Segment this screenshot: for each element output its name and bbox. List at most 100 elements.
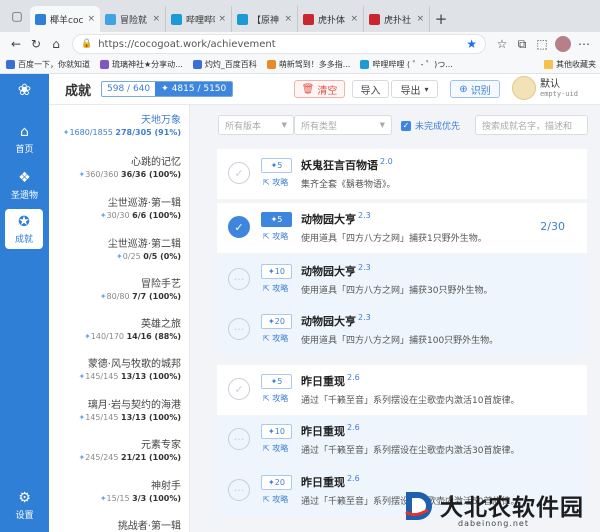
type-select[interactable]: 所有类型 ▼ — [294, 115, 392, 135]
pending-dots-icon[interactable]: ··· — [228, 479, 250, 501]
version-select[interactable]: 所有版本 ▼ — [218, 115, 294, 135]
guide-link[interactable]: ⇱ 攻略 — [263, 231, 288, 242]
close-icon[interactable]: × — [152, 14, 160, 24]
version-select-value: 所有版本 — [225, 121, 262, 132]
category-item[interactable]: 元素专家 ✦245/245 21/21 (100%) — [53, 436, 181, 462]
close-icon[interactable]: × — [350, 14, 358, 24]
achievement-list: ✓ ✦ 5 ⇱ 攻略 妖鬼狂言百物语 2.0 集齐全套《鬍巷物语》。 ✓ ✦ 5 ⇱ 攻略 动物园… — [190, 145, 600, 532]
browser-tab[interactable]: 虎扑体 × — [298, 6, 364, 32]
achievement-row[interactable]: ··· ✦ 10 ⇱ 攻略 动物园大亨 2.3 使用道具「四方八方之网」捕获30只野外生物… — [217, 255, 587, 305]
clear-button[interactable]: 🗑 清空 — [294, 80, 345, 98]
other-bookmarks-label: 其他收藏夹 — [556, 60, 596, 69]
category-item[interactable]: 冒险手艺 ✦80/80 7/7 (100%) — [53, 275, 181, 301]
category-item[interactable]: 尘世巡游·第一辑 ✦30/30 6/6 (100%) — [53, 194, 181, 220]
category-item[interactable]: 璃月·岩与契约的海港 ✦145/145 13/13 (100%) — [53, 396, 181, 422]
reload-icon[interactable]: ↻ — [26, 34, 46, 54]
tab-actions-icon[interactable]: ▢ — [4, 3, 30, 29]
back-icon[interactable]: ← — [6, 34, 26, 54]
pending-dots-icon[interactable]: ··· — [228, 318, 250, 340]
category-primogems: 80/80 — [106, 292, 133, 301]
tab-favicon-icon — [237, 13, 248, 25]
category-item[interactable]: 神射手 ✦15/15 3/3 (100%) — [53, 477, 181, 503]
browser-tab[interactable]: 虎扑社 × — [364, 6, 430, 32]
import-button[interactable]: 导入 — [352, 80, 389, 98]
completed-check-icon[interactable]: ✓ — [228, 216, 250, 238]
primogem-icon: ✦ — [270, 377, 278, 386]
browser-tab[interactable]: 哔哩哔哩× — [166, 6, 232, 32]
achievement-row[interactable]: ··· ✦ 10 ⇱ 攻略 昨日重现 2.6 通过「千籁至音」系列摆设在尘歌壶内激活30首… — [217, 415, 587, 465]
category-item[interactable]: 心跳的记忆 ✦360/360 36/36 (100%) — [53, 153, 181, 179]
guide-link[interactable]: ⇱ 攻略 — [263, 283, 288, 294]
sidebar-item-achievements[interactable]: ✪ 成就 — [5, 209, 43, 249]
watermark: 大北农软件园 dabeinong.net — [400, 488, 596, 528]
favorites-icon[interactable]: ☆ — [492, 34, 512, 54]
browser-tab[interactable]: 【原神 × — [232, 6, 298, 32]
guide-label: 攻略 — [272, 394, 289, 403]
incomplete-first-checkbox[interactable]: ✓ 未完成优先 — [401, 119, 460, 132]
export-button[interactable]: 导出 ▾ — [391, 80, 438, 98]
bookmark-item[interactable]: 哔哩哔哩 ( ゜- ゜)つ... — [360, 59, 453, 70]
reward-amount: 5 — [277, 215, 283, 224]
category-item[interactable]: 挑战者·第一辑 — [53, 517, 181, 532]
sidebar-item-settings[interactable]: ⚙ 设置 — [0, 485, 49, 525]
pending-dots-icon[interactable]: ··· — [228, 268, 250, 290]
search-input[interactable]: 搜索成就名字，描述和 — [475, 115, 588, 135]
achievement-name: 动物园大亨 — [301, 315, 356, 328]
watermark-domain: dabeinong.net — [458, 519, 529, 528]
achievement-version: 2.6 — [347, 423, 360, 432]
bookmark-item[interactable]: 琉璃神社★分享动... — [100, 59, 183, 70]
tab-favicon-icon — [303, 13, 314, 25]
category-item[interactable]: 尘世巡游·第二辑 ✦0/25 0/5 (0%) — [53, 235, 181, 261]
home-browser-icon[interactable]: ⌂ — [46, 34, 66, 54]
new-tab-button[interactable]: + — [430, 6, 452, 32]
bookmark-label: 琉璃神社★分享动... — [112, 60, 183, 69]
guide-link[interactable]: ⇱ 攻略 — [263, 393, 288, 404]
achievement-row[interactable]: ✓ ✦ 5 ⇱ 攻略 妖鬼狂言百物语 2.0 集齐全套《鬍巷物语》。 — [217, 149, 587, 199]
close-icon[interactable]: × — [284, 14, 292, 24]
extensions-icon[interactable]: ⬚ — [532, 34, 552, 54]
category-item[interactable]: 蒙德·风与牧歌的城邦 ✦145/145 13/13 (100%) — [53, 355, 181, 381]
guide-link[interactable]: ⇱ 攻略 — [263, 333, 288, 344]
bookmark-item[interactable]: 百度一下，你就知道 — [6, 59, 90, 70]
sidebar-item-artifacts[interactable]: ❖ 圣遗物 — [0, 165, 49, 205]
category-count: 6/6 (100%) — [132, 211, 181, 220]
other-bookmarks[interactable]: 其他收藏夹 — [544, 59, 596, 70]
category-count: 0/5 (0%) — [143, 252, 181, 261]
browser-tab[interactable]: 椰羊coc × — [30, 6, 100, 32]
menu-icon[interactable]: ⋯ — [574, 34, 594, 54]
recognize-button[interactable]: ⊕ 识别 — [450, 80, 500, 98]
app-header: ❀ 成就 598 / 640 ✦ 4815 / 5150 🗑 清空 导入 导出 ▾ ⊕… — [0, 73, 600, 105]
category-stats: ✦30/30 6/6 (100%) — [53, 211, 181, 220]
incomplete-check-icon[interactable]: ✓ — [228, 162, 250, 184]
close-icon[interactable]: × — [416, 14, 424, 24]
achievement-row[interactable]: ··· ✦ 20 ⇱ 攻略 动物园大亨 2.3 使用道具「四方八方之网」捕获100只野外生… — [217, 305, 587, 355]
incomplete-check-icon[interactable]: ✓ — [228, 378, 250, 400]
guide-link[interactable]: ⇱ 攻略 — [263, 494, 288, 505]
category-item[interactable]: 英雄之旅 ✦140/170 14/16 (88%) — [53, 315, 181, 341]
collections-icon[interactable]: ⧉ — [512, 34, 532, 54]
achievement-title: 昨日重现 2.6 — [301, 373, 360, 389]
guide-link[interactable]: ⇱ 攻略 — [263, 443, 288, 454]
guide-label: 攻略 — [272, 178, 289, 187]
sidebar-item-home[interactable]: ⌂ 首页 — [0, 119, 49, 159]
trash-icon: 🗑 — [301, 83, 315, 95]
bookmark-item[interactable]: 萌新驾到！多多指... — [266, 59, 350, 70]
achievement-row[interactable]: ✓ ✦ 5 ⇱ 攻略 动物园大亨 2.3 使用道具「四方八方之网」捕获1只野外生物。 2/3… — [217, 203, 587, 253]
cocogoat-logo-icon[interactable]: ❀ — [0, 73, 49, 105]
guide-link[interactable]: ⇱ 攻略 — [263, 177, 288, 188]
profile-avatar[interactable] — [555, 36, 571, 52]
user-switcher[interactable]: 默认 empty-uid — [512, 76, 578, 100]
url-field[interactable]: 🔒 https://cocogoat.work/achievement ★ — [72, 34, 486, 54]
pending-dots-icon[interactable]: ··· — [228, 428, 250, 450]
close-icon[interactable]: × — [87, 14, 95, 24]
favorite-star-icon[interactable]: ★ — [466, 37, 477, 51]
close-icon[interactable]: × — [218, 14, 226, 24]
category-item[interactable]: 天地万象 ✦1680/1855 278/305 (91%) — [53, 111, 181, 137]
achievement-row[interactable]: ✓ ✦ 5 ⇱ 攻略 昨日重现 2.6 通过「千籁至音」系列摆设在尘歌壶内激活10首旋律。 — [217, 365, 587, 415]
clear-label: 清空 — [317, 85, 338, 97]
category-count: 278/305 (91%) — [115, 128, 181, 137]
checkbox-check-icon: ✓ — [401, 120, 411, 131]
category-count: 13/13 (100%) — [121, 413, 181, 422]
bookmark-item[interactable]: 灼灼_百度百科 — [192, 59, 257, 70]
browser-tab[interactable]: 冒险就 × — [100, 6, 166, 32]
